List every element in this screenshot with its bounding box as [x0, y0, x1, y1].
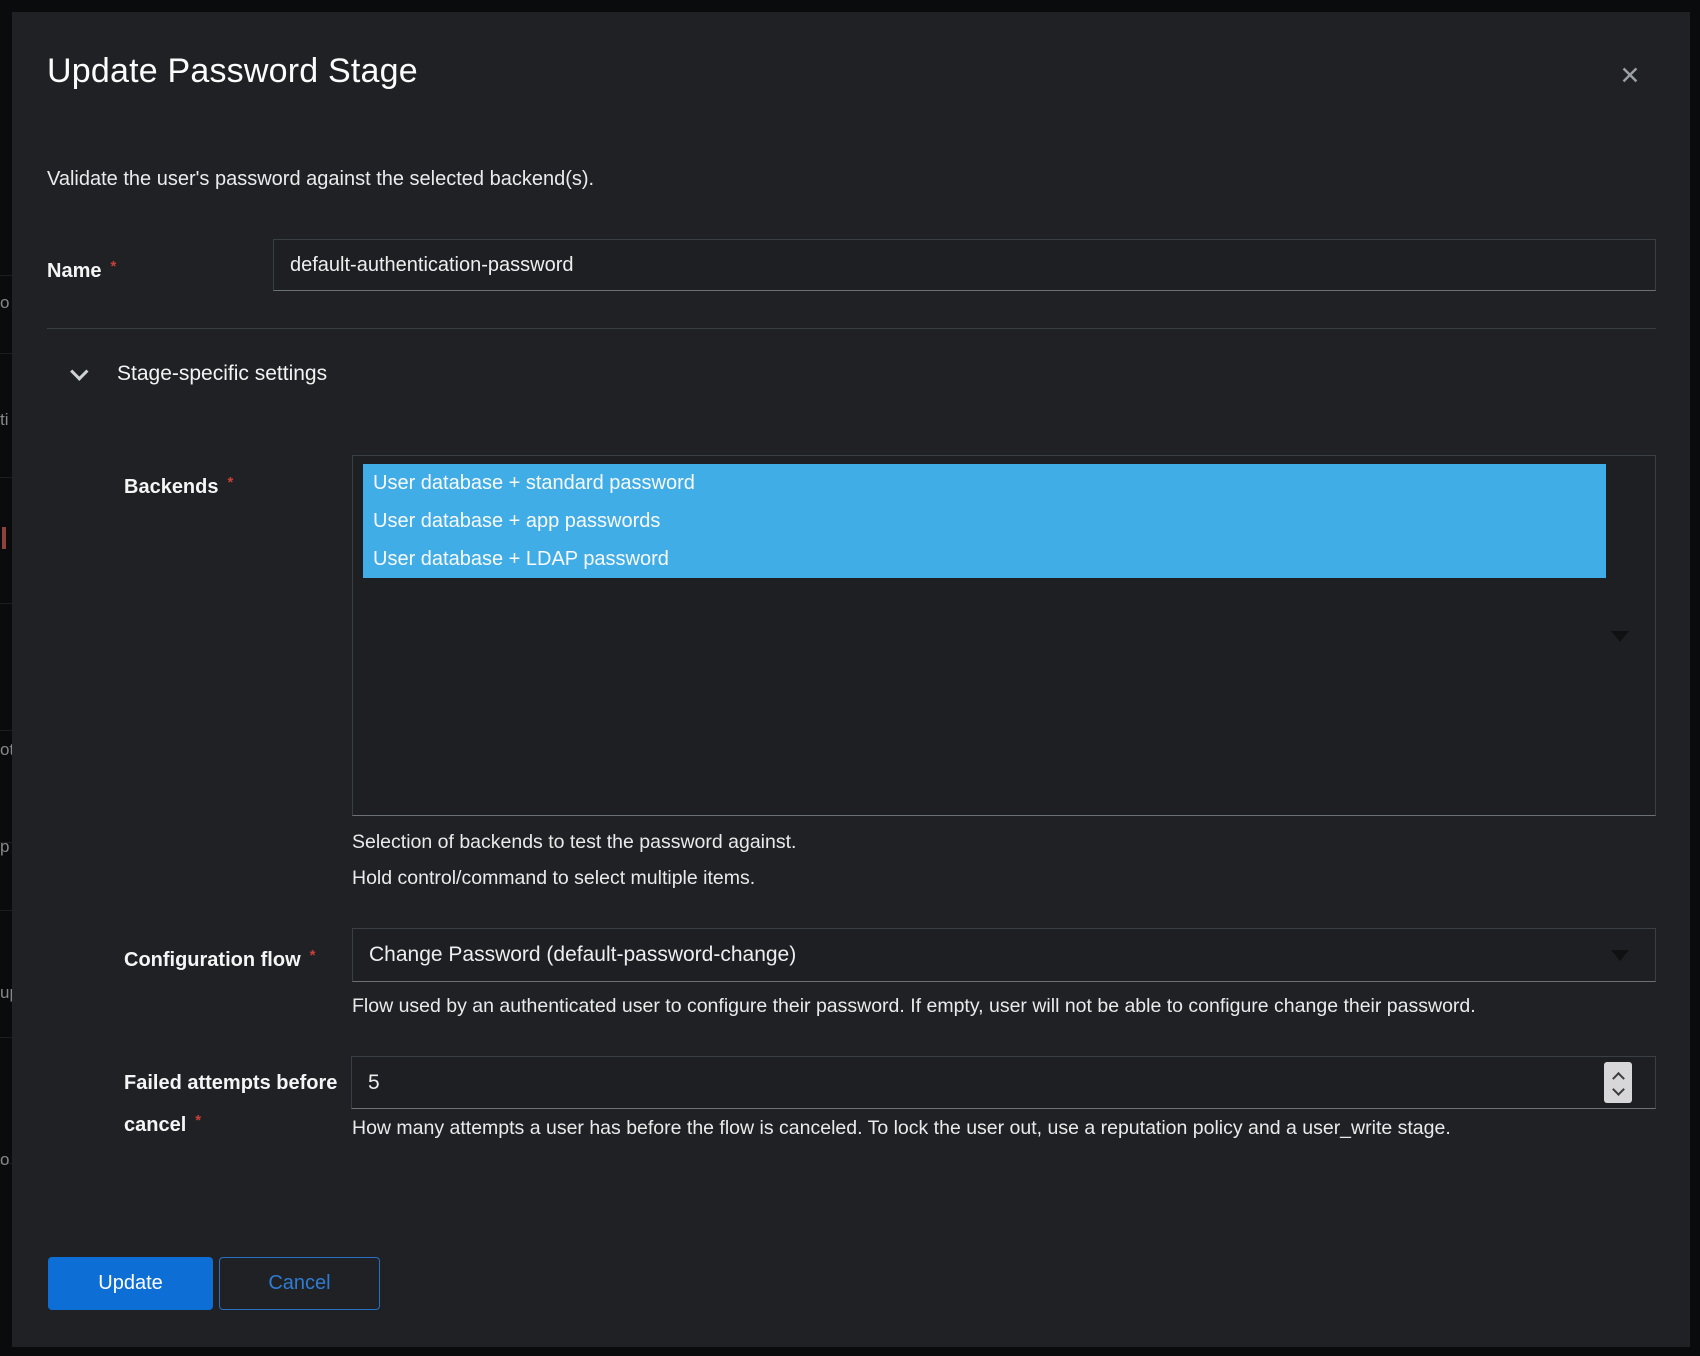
backends-option[interactable]: User database + LDAP password [363, 540, 1606, 578]
section-label: Stage-specific settings [117, 362, 327, 386]
section-divider [47, 328, 1656, 329]
failed-attempts-label: Failed attempts before cancel* [124, 1065, 364, 1144]
failed-attempts-input[interactable] [351, 1056, 1656, 1109]
background-text-fragment: o [0, 293, 12, 313]
modal-description: Validate the user's password against the… [47, 168, 594, 191]
configuration-flow-value: Change Password (default-password-change… [369, 943, 796, 966]
close-icon[interactable]: ✕ [1608, 56, 1652, 96]
background-text-fragment: o [0, 1150, 12, 1170]
backends-listbox[interactable]: User database + standard password User d… [352, 455, 1656, 816]
required-asterisk: * [110, 258, 116, 275]
required-asterisk: * [310, 947, 316, 964]
backends-label: Backends* [124, 470, 233, 500]
dropdown-caret-icon [1611, 950, 1629, 961]
configuration-flow-select[interactable]: Change Password (default-password-change… [352, 928, 1656, 982]
update-button[interactable]: Update [48, 1257, 213, 1310]
configuration-flow-label: Configuration flow* [124, 943, 315, 973]
modal-title: Update Password Stage [47, 52, 418, 91]
background-red-mark [2, 527, 6, 549]
backends-option[interactable]: User database + standard password [363, 464, 1606, 502]
configuration-flow-help: Flow used by an authenticated user to co… [352, 994, 1476, 1019]
stage-specific-settings-toggle[interactable]: Stage-specific settings [64, 352, 484, 396]
required-asterisk: * [228, 474, 234, 491]
background-text-fragment: up [0, 983, 12, 1003]
background-text-fragment: p [0, 837, 12, 857]
background-text-fragment: ti [0, 410, 12, 430]
dropdown-caret-icon [1611, 631, 1629, 642]
name-input[interactable] [273, 239, 1656, 291]
background-text-fragment: ot [0, 740, 12, 760]
required-asterisk: * [195, 1112, 201, 1129]
failed-attempts-help: How many attempts a user has before the … [352, 1116, 1451, 1141]
cancel-button[interactable]: Cancel [219, 1257, 380, 1310]
update-password-stage-modal: Update Password Stage ✕ Validate the use… [12, 12, 1690, 1347]
chevron-down-icon [70, 362, 88, 380]
stepper-down-icon[interactable] [1612, 1083, 1625, 1096]
backends-option[interactable]: User database + app passwords [363, 502, 1606, 540]
backends-help-line: Hold control/command to select multiple … [352, 866, 755, 891]
number-stepper[interactable] [1604, 1062, 1632, 1103]
backends-help-line: Selection of backends to test the passwo… [352, 830, 796, 855]
name-label: Name* [47, 254, 116, 284]
